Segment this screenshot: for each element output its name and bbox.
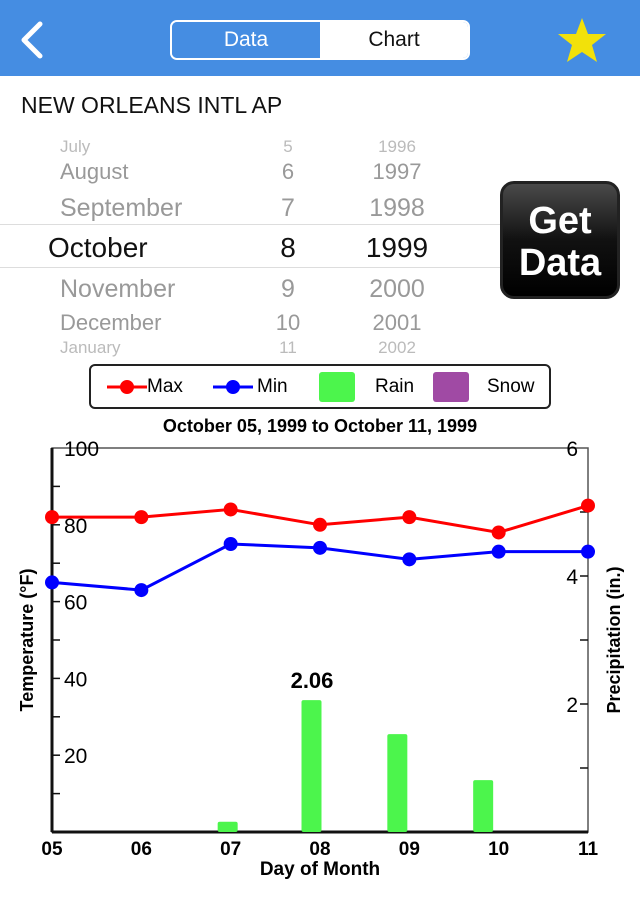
rain-bar	[387, 734, 408, 832]
y2-tick-label: 2	[566, 694, 578, 717]
rain-bar	[473, 780, 494, 832]
x-tick-label: 11	[578, 839, 599, 860]
legend-min: Min	[257, 376, 288, 397]
picker-year: 2002	[378, 337, 416, 357]
x-tick-label: 06	[131, 839, 152, 860]
min-temp-point	[45, 575, 59, 590]
y-tick-label: 40	[64, 668, 87, 691]
min-legend-icon	[213, 380, 253, 394]
max-temp-line	[52, 504, 589, 535]
picker-year: 2000	[369, 274, 425, 303]
picker-month: August	[60, 159, 129, 184]
picker-day: 10	[275, 310, 301, 335]
picker-selection-line	[0, 267, 500, 268]
rain-bar	[217, 821, 238, 832]
max-legend-icon	[107, 380, 147, 394]
y2-axis-label: Precipitation (in.)	[604, 566, 624, 713]
picker-year: 1996	[378, 136, 416, 156]
max-temp-point	[491, 525, 506, 540]
chart-legend: Max Min Rain Snow	[89, 364, 551, 409]
y-axis-label: Temperature (°F)	[17, 569, 37, 712]
tab-data[interactable]: Data	[172, 22, 320, 58]
picker-month: October	[48, 232, 148, 263]
picker-day: 9	[281, 274, 295, 303]
min-temp-point	[223, 537, 238, 551]
min-temp-point	[491, 544, 506, 559]
y-tick-label: 100	[64, 438, 99, 461]
picker-day: 8	[280, 232, 296, 263]
x-tick-label: 10	[488, 839, 509, 860]
picker-day: 11	[279, 337, 297, 357]
picker-month: July	[60, 136, 91, 156]
tab-chart[interactable]: Chart	[320, 22, 468, 58]
picker-month: January	[60, 337, 121, 357]
get-data-label-2: Data	[518, 242, 602, 284]
min-temp-point	[313, 540, 327, 555]
x-tick-label: 05	[41, 839, 63, 860]
max-temp-point	[223, 502, 238, 517]
picker-month: November	[60, 274, 176, 303]
y-tick-label: 20	[64, 745, 87, 768]
max-temp-point	[45, 510, 59, 525]
max-temp-point	[402, 510, 417, 525]
star-icon[interactable]	[556, 16, 608, 64]
y2-tick-label: 4	[566, 566, 578, 589]
get-data-button[interactable]: Get Data	[500, 181, 620, 299]
date-picker[interactable]: July 5 1996 August 6 1997 September 7 1998 Octobe…	[0, 128, 500, 358]
x-tick-label: 08	[309, 839, 330, 860]
picker-year: 2001	[372, 310, 422, 335]
picker-month: December	[60, 310, 162, 335]
legend-snow: Snow	[487, 376, 535, 397]
plot-frame	[51, 447, 589, 833]
y-tick-label: 60	[64, 592, 87, 615]
view-segmented-control: Data Chart	[170, 20, 470, 60]
chevron-left-icon[interactable]	[14, 20, 48, 60]
y2-tick-label: 6	[566, 438, 578, 461]
rain-swatch	[319, 372, 355, 402]
min-temp-line	[51, 542, 588, 592]
legend-rain: Rain	[375, 376, 415, 397]
rain-max-label: 2.06	[291, 668, 334, 693]
picker-selection-line	[0, 224, 500, 225]
picker-year: 1998	[369, 193, 425, 222]
picker-day: 5	[283, 136, 293, 156]
picker-day: 7	[281, 193, 295, 222]
y-tick-label: 80	[64, 515, 87, 538]
station-name: NEW ORLEANS INTL AP	[21, 92, 283, 118]
picker-year: 1999	[365, 232, 429, 263]
snow-swatch	[433, 372, 469, 402]
picker-year: 1997	[372, 159, 422, 184]
get-data-label-1: Get	[528, 200, 592, 242]
legend-max: Max	[147, 376, 183, 397]
min-temp-point	[402, 552, 417, 567]
max-temp-point	[134, 510, 149, 525]
chart-title: October 05, 1999 to October 11, 1999	[163, 416, 477, 436]
min-temp-point	[134, 583, 149, 598]
picker-month: September	[60, 193, 183, 222]
x-tick-label: 07	[220, 839, 241, 860]
nav-bar: Data Chart	[0, 0, 640, 76]
picker-day: 6	[281, 159, 295, 184]
x-axis-label: Day of Month	[260, 859, 380, 880]
max-temp-point	[313, 517, 327, 532]
x-tick-label: 09	[399, 839, 420, 860]
max-temp-point	[581, 498, 595, 513]
rain-bar	[301, 700, 322, 832]
min-temp-point	[581, 544, 595, 559]
